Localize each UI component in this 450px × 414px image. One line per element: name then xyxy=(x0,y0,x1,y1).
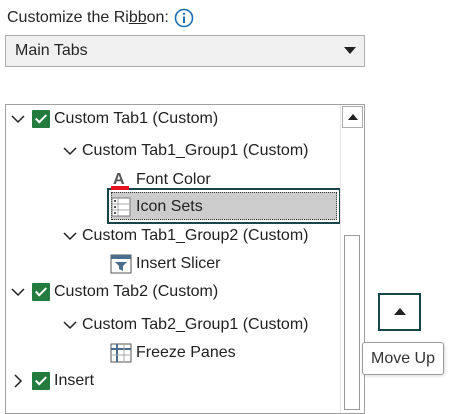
main-tabs-dropdown[interactable]: Main Tabs xyxy=(5,35,365,67)
chevron-down-icon[interactable] xyxy=(10,284,26,300)
tree-item-custom-tab1[interactable]: Custom Tab1 (Custom) xyxy=(10,106,218,132)
chevron-down-icon[interactable] xyxy=(62,317,78,333)
tree-item-tab1-group2[interactable]: Custom Tab1_Group2 (Custom) xyxy=(62,223,308,249)
tree-item-custom-tab2[interactable]: Custom Tab2 (Custom) xyxy=(10,279,218,305)
chevron-down-icon[interactable] xyxy=(10,111,26,127)
label-accel: bb xyxy=(128,9,147,26)
font-color-icon: A xyxy=(111,171,129,190)
tree-item-insert[interactable]: Insert xyxy=(10,368,94,394)
tree-item-label: Insert Slicer xyxy=(136,255,221,272)
tree-item-icon-sets[interactable]: Icon Sets xyxy=(110,194,203,220)
ribbon-tree[interactable]: Custom Tab1 (Custom) Custom Tab1_Group1 … xyxy=(5,104,365,414)
label-prefix: Customize the Ri xyxy=(7,9,129,26)
scroll-thumb[interactable] xyxy=(344,235,360,410)
dropdown-selected-value: Main Tabs xyxy=(15,42,88,59)
tree-item-label: Icon Sets xyxy=(136,198,203,215)
icon-sets-icon xyxy=(111,197,131,217)
tree-item-tab1-group1[interactable]: Custom Tab1_Group1 (Custom) xyxy=(62,138,308,164)
scroll-up-button[interactable] xyxy=(342,106,363,128)
checkbox-checked[interactable] xyxy=(32,110,50,128)
svg-text:A: A xyxy=(113,171,125,188)
chevron-down-icon[interactable] xyxy=(62,228,78,244)
label-suffix: on: xyxy=(146,9,169,26)
tree-scrollbar[interactable] xyxy=(340,105,364,413)
tree-item-label: Custom Tab1_Group2 (Custom) xyxy=(82,227,309,244)
checkbox-checked[interactable] xyxy=(32,372,50,390)
move-up-button[interactable] xyxy=(378,293,421,331)
move-up-tooltip: Move Up xyxy=(362,342,444,375)
tree-item-label: Custom Tab1 (Custom) xyxy=(54,110,219,127)
tree-item-font-color[interactable]: A Font Color xyxy=(110,167,211,193)
chevron-down-icon[interactable] xyxy=(62,143,78,159)
chevron-down-icon xyxy=(344,47,356,54)
tree-item-label: Custom Tab2 (Custom) xyxy=(54,283,219,300)
info-icon[interactable] xyxy=(174,8,194,28)
tree-item-freeze-panes[interactable]: Freeze Panes xyxy=(110,340,236,366)
customize-ribbon-label: Customize the Ri bb on: xyxy=(7,7,194,29)
tooltip-text: Move Up xyxy=(370,349,436,367)
tree-item-insert-slicer[interactable]: Insert Slicer xyxy=(110,251,220,277)
chevron-right-icon[interactable] xyxy=(10,373,26,389)
insert-slicer-icon xyxy=(110,254,132,274)
freeze-panes-icon xyxy=(110,343,132,363)
tree-item-label: Freeze Panes xyxy=(136,344,236,361)
tree-item-label: Custom Tab2_Group1 (Custom) xyxy=(82,316,309,333)
tree-item-label: Font Color xyxy=(136,171,211,188)
tree-item-tab2-group1[interactable]: Custom Tab2_Group1 (Custom) xyxy=(62,312,308,338)
tree-item-label: Custom Tab1_Group1 (Custom) xyxy=(82,142,309,159)
checkbox-checked[interactable] xyxy=(32,283,50,301)
tree-item-label: Insert xyxy=(54,372,95,389)
